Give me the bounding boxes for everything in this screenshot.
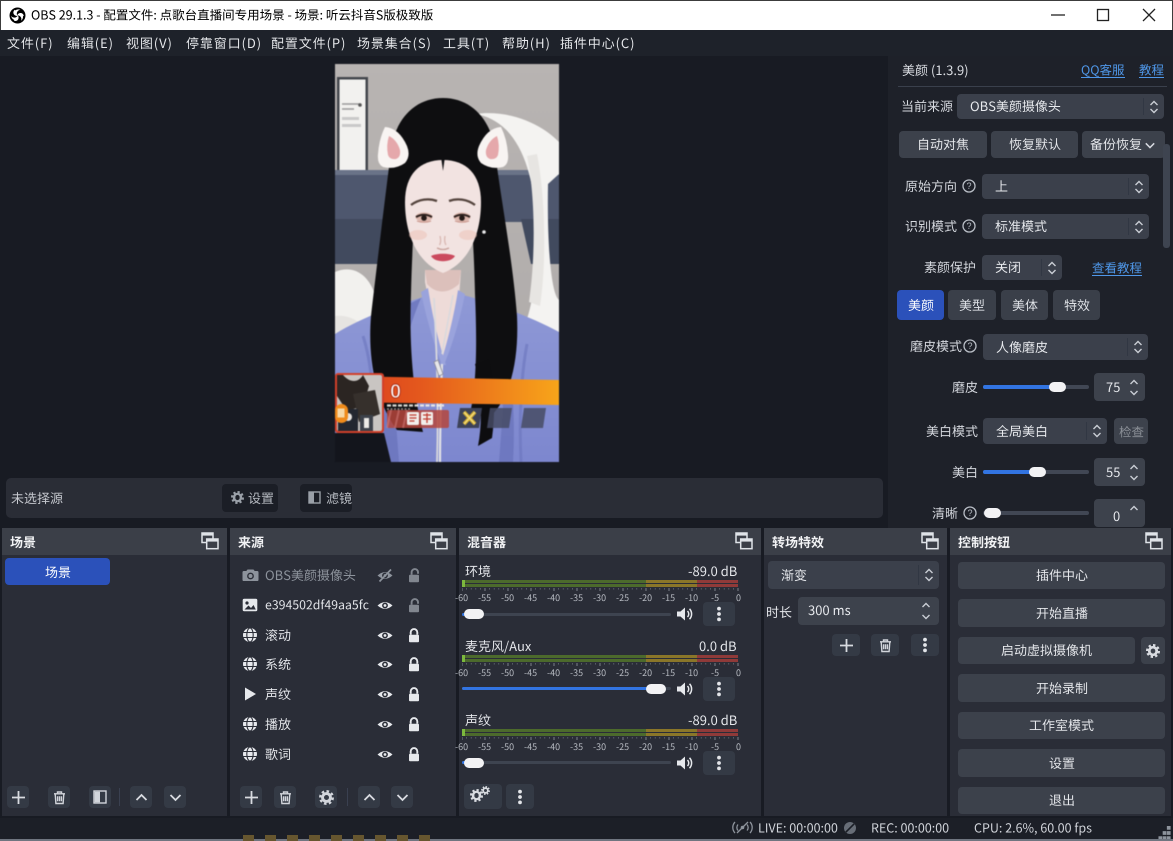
svg-text:?: ? xyxy=(966,221,971,231)
svg-text:?: ? xyxy=(966,181,971,191)
svg-text:0: 0 xyxy=(390,381,401,403)
svg-text:?: ? xyxy=(967,341,972,351)
svg-text:?: ? xyxy=(967,508,972,518)
